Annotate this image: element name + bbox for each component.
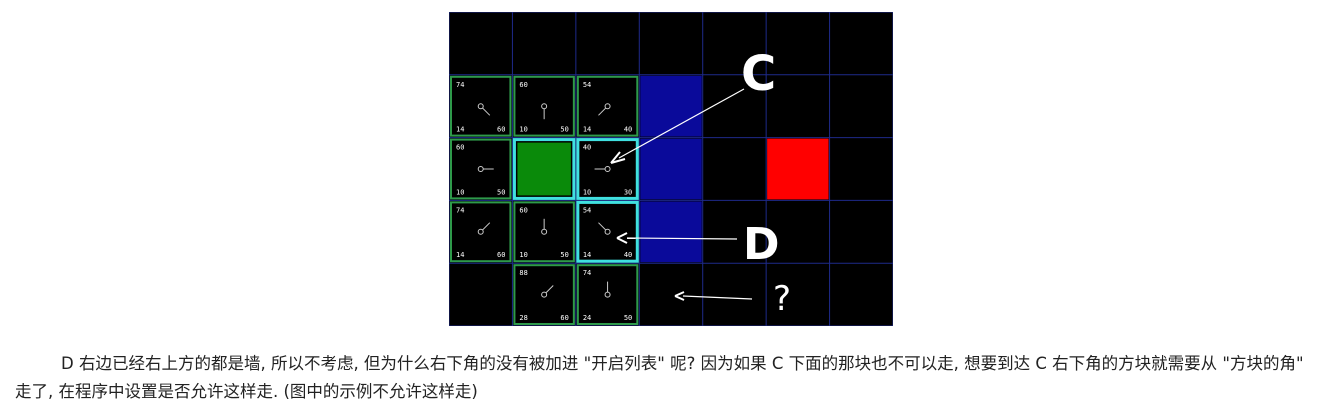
start-cell (517, 142, 571, 196)
g-score: 24 (583, 314, 591, 322)
wall-cell (640, 138, 702, 200)
f-score: 88 (519, 269, 527, 277)
scored-cell: 54 14 40 (576, 75, 639, 137)
pointer-origin (604, 228, 611, 235)
pointer-origin (541, 291, 548, 298)
f-score: 54 (583, 206, 591, 214)
f-score: 54 (583, 81, 591, 89)
scored-cell: 60 10 50 (513, 201, 575, 263)
h-score: 50 (560, 126, 568, 134)
wall-cell (640, 201, 702, 263)
g-score: 10 (519, 126, 527, 134)
h-score: 30 (624, 188, 632, 196)
g-score: 14 (583, 251, 591, 259)
h-score: 50 (560, 251, 568, 259)
g-score: 14 (583, 126, 591, 134)
scored-cell: 74 14 60 (450, 201, 512, 263)
label-question: ? (773, 279, 791, 319)
pointer-origin (541, 228, 548, 235)
f-score: 60 (519, 81, 527, 89)
f-score: 74 (456, 81, 464, 89)
scored-cell: 60 10 50 (450, 138, 512, 200)
pointer-origin (477, 166, 484, 172)
pointer-origin (604, 166, 611, 172)
f-score: 74 (456, 206, 464, 214)
pointer-origin (604, 291, 611, 298)
f-score: 60 (456, 144, 464, 152)
scored-cell: 54 14 40 (576, 200, 639, 263)
f-score: 60 (519, 206, 527, 214)
scored-cell: 40 10 30 (576, 138, 639, 200)
g-score: 14 (456, 126, 464, 134)
h-score: 60 (560, 314, 568, 322)
pointer-origin (477, 103, 484, 110)
h-score: 40 (624, 126, 632, 134)
g-score: 28 (519, 314, 527, 322)
wall-cell (640, 75, 702, 137)
h-score: 40 (624, 251, 632, 259)
scored-cell: 74 24 50 (576, 264, 639, 325)
f-score: 74 (583, 269, 591, 277)
pathfinding-diagram: 74 14 60 60 10 50 54 14 40 60 10 50 40 10 30 74 14 60 60 10… (449, 12, 893, 326)
h-score: 50 (497, 188, 505, 196)
scored-cell: 60 10 50 (513, 75, 575, 137)
h-score: 60 (497, 251, 505, 259)
pointer-origin (604, 103, 611, 110)
scored-cell: 74 14 60 (450, 75, 512, 137)
h-score: 60 (497, 126, 505, 134)
g-score: 10 (583, 188, 591, 196)
label-d: D (743, 219, 780, 270)
pointer-origin (477, 228, 484, 235)
label-c: C (741, 46, 776, 102)
g-score: 14 (456, 251, 464, 259)
pointer-origin (541, 103, 548, 110)
f-score: 40 (583, 144, 591, 152)
g-score: 10 (519, 251, 527, 259)
scored-cell: 88 28 60 (513, 264, 575, 325)
g-score: 10 (456, 188, 464, 196)
caption-text: D 右边已经右上方的都是墙, 所以不考虑, 但为什么右下角的没有被加进 "开启列… (15, 354, 1304, 401)
h-score: 50 (624, 314, 632, 322)
target-cell (767, 138, 829, 200)
